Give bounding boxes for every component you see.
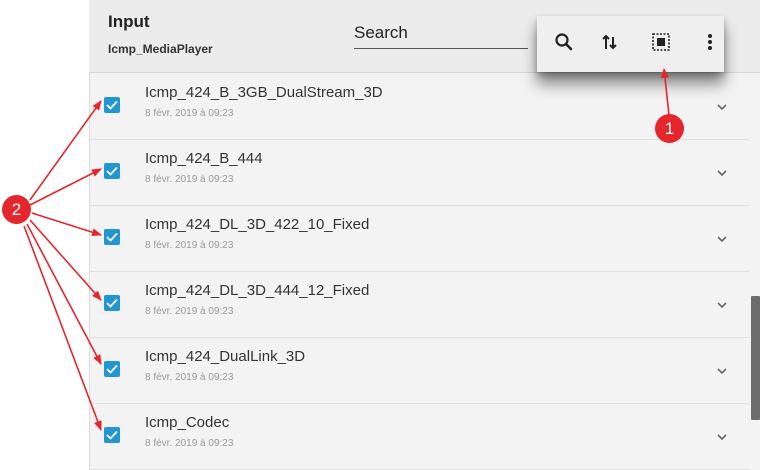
item-date: 8 févr. 2019 à 09:23: [145, 438, 234, 449]
item-name: Icmp_424_DL_3D_444_12_Fixed: [145, 282, 370, 299]
chevron-down-icon[interactable]: [715, 102, 729, 112]
chevron-down-icon[interactable]: [715, 366, 729, 376]
search-button[interactable]: [549, 29, 579, 59]
item-checkbox[interactable]: [104, 295, 120, 311]
more-vert-icon: [707, 32, 713, 57]
search-icon: [554, 32, 574, 57]
list-item[interactable]: Icmp_424_DL_3D_444_12_Fixed 8 févr. 2019…: [89, 271, 749, 338]
item-name: Icmp_Codec: [145, 414, 230, 431]
list-item[interactable]: Icmp_424_B_3GB_DualStream_3D 8 févr. 201…: [89, 73, 749, 140]
item-date: 8 févr. 2019 à 09:23: [145, 372, 234, 383]
item-checkbox[interactable]: [104, 97, 120, 113]
callout-2-badge: 2: [2, 195, 31, 224]
checkmark-icon: [106, 232, 118, 242]
callout-1-badge: 1: [655, 114, 684, 143]
item-checkbox[interactable]: [104, 361, 120, 377]
list-item[interactable]: Icmp_424_B_444 8 févr. 2019 à 09:23: [89, 139, 749, 206]
sort-icon: [601, 32, 619, 57]
item-name: Icmp_424_B_444: [145, 150, 263, 167]
item-checkbox[interactable]: [104, 163, 120, 179]
item-date: 8 févr. 2019 à 09:23: [145, 174, 234, 185]
chevron-down-icon[interactable]: [715, 234, 729, 244]
list-item[interactable]: Icmp_Codec 8 févr. 2019 à 09:23: [89, 403, 749, 470]
item-name: Icmp_424_DualLink_3D: [145, 348, 306, 365]
checkmark-icon: [106, 166, 118, 176]
chevron-down-icon[interactable]: [715, 168, 729, 178]
source-name: Icmp_MediaPlayer: [108, 42, 213, 56]
item-name: Icmp_424_B_3GB_DualStream_3D: [145, 84, 383, 101]
checkmark-icon: [106, 100, 118, 110]
item-date: 8 févr. 2019 à 09:23: [145, 306, 234, 317]
list-item[interactable]: Icmp_424_DL_3D_422_10_Fixed 8 févr. 2019…: [89, 205, 749, 272]
item-date: 8 févr. 2019 à 09:23: [145, 108, 234, 119]
item-name: Icmp_424_DL_3D_422_10_Fixed: [145, 216, 370, 233]
item-checkbox[interactable]: [104, 229, 120, 245]
chevron-down-icon[interactable]: [715, 300, 729, 310]
item-checkbox[interactable]: [104, 427, 120, 443]
sort-button[interactable]: [595, 29, 625, 59]
list-item[interactable]: Icmp_424_DualLink_3D 8 févr. 2019 à 09:2…: [89, 337, 749, 404]
page-title: Input: [108, 12, 150, 31]
toolbar: [537, 16, 724, 72]
chevron-down-icon[interactable]: [715, 432, 729, 442]
select-all-icon: [651, 32, 671, 57]
checkmark-icon: [106, 430, 118, 440]
checkmark-icon: [106, 364, 118, 374]
scrollbar-thumb[interactable]: [751, 296, 760, 420]
checkmark-icon: [106, 298, 118, 308]
more-options-button[interactable]: [695, 29, 725, 59]
search-input[interactable]: [354, 18, 528, 49]
select-all-button[interactable]: [646, 29, 676, 59]
item-date: 8 févr. 2019 à 09:23: [145, 240, 234, 251]
